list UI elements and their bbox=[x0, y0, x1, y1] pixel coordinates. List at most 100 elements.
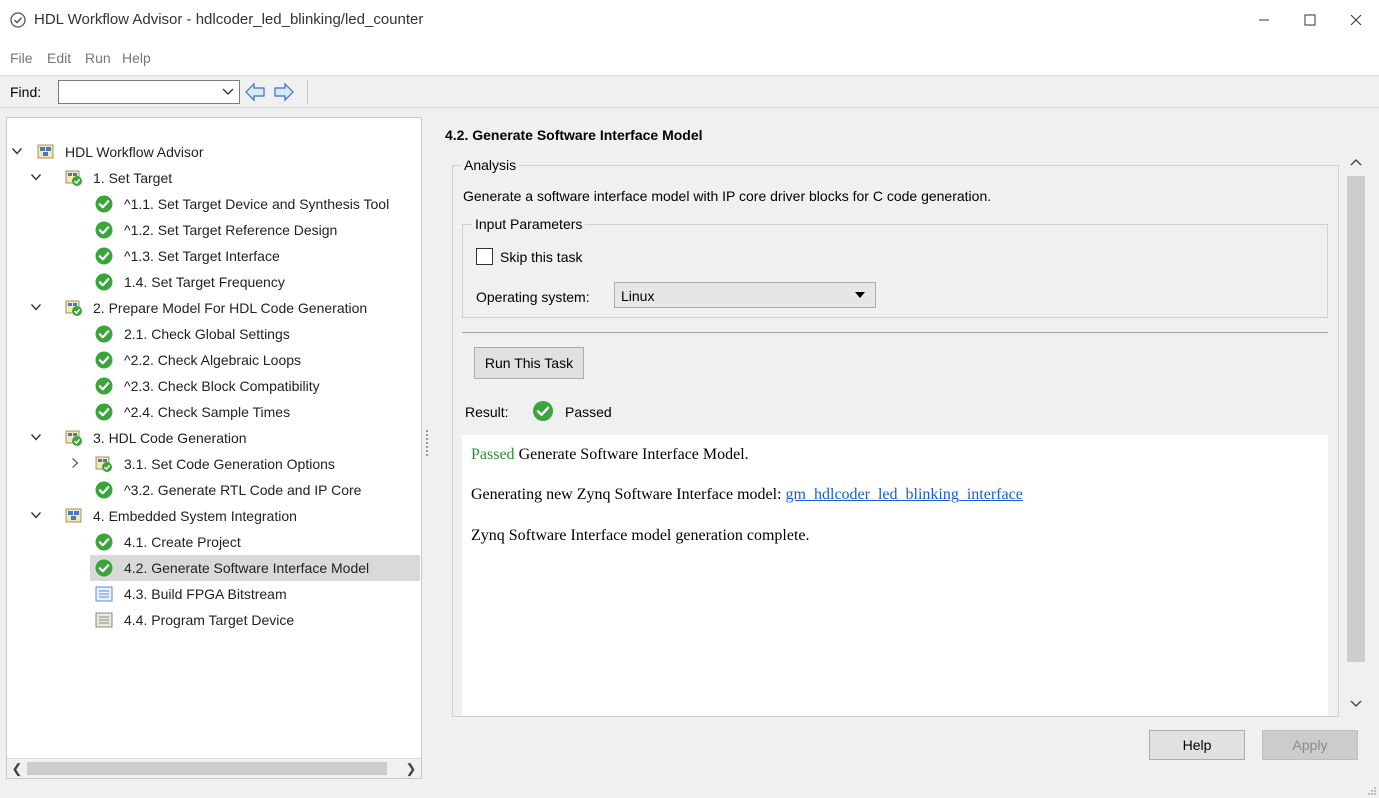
menu-edit[interactable]: Edit bbox=[47, 50, 71, 66]
passed-check-icon bbox=[533, 401, 553, 421]
vertical-scrollbar[interactable] bbox=[1344, 150, 1368, 717]
close-button[interactable] bbox=[1333, 6, 1379, 34]
scroll-down-icon[interactable] bbox=[1348, 696, 1364, 712]
check-icon bbox=[95, 273, 113, 291]
tree-item-label: 3. HDL Code Generation bbox=[93, 430, 247, 446]
task-list-icon bbox=[95, 586, 113, 602]
tree-item-label: 4. Embedded System Integration bbox=[93, 508, 297, 524]
scrollbar-thumb[interactable] bbox=[27, 762, 387, 775]
menu-run[interactable]: Run bbox=[85, 50, 111, 66]
find-input[interactable] bbox=[59, 81, 217, 103]
task-tree-pane: HDL Workflow Advisor 1. Set Target ^1.1. S… bbox=[6, 117, 422, 779]
interface-model-link[interactable]: gm_hdlcoder_led_blinking_interface bbox=[786, 486, 1023, 503]
minimize-button[interactable] bbox=[1241, 6, 1287, 34]
tree-item[interactable]: ^1.1. Set Target Device and Synthesis To… bbox=[7, 191, 421, 217]
folder-root-icon bbox=[37, 144, 54, 159]
tree-item[interactable]: 1.4. Set Target Frequency bbox=[7, 269, 421, 295]
tree-item-label: 2. Prepare Model For HDL Code Generation bbox=[93, 300, 368, 316]
section-divider bbox=[462, 332, 1328, 333]
check-icon bbox=[95, 533, 113, 551]
tree-item[interactable]: 4.2. Generate Software Interface Model bbox=[90, 555, 420, 581]
check-icon bbox=[95, 559, 113, 577]
check-icon bbox=[95, 325, 113, 343]
tree-item-label: 1.4. Set Target Frequency bbox=[124, 274, 285, 290]
tree-item[interactable]: 4.3. Build FPGA Bitstream bbox=[7, 581, 421, 607]
tree-item[interactable]: 4.1. Create Project bbox=[7, 529, 421, 555]
pane-splitter[interactable] bbox=[425, 428, 429, 458]
result-value: Passed bbox=[565, 404, 612, 420]
input-parameters-group bbox=[462, 224, 1328, 318]
tree-item[interactable]: 1. Set Target bbox=[7, 165, 421, 191]
tree-item-label: 1. Set Target bbox=[93, 170, 173, 186]
menu-file[interactable]: File bbox=[10, 50, 33, 66]
run-this-task-button[interactable]: Run This Task bbox=[474, 347, 584, 379]
chevron-down-icon[interactable] bbox=[30, 171, 42, 183]
help-button[interactable]: Help bbox=[1149, 730, 1245, 760]
menu-help[interactable]: Help bbox=[122, 50, 151, 66]
chevron-down-icon bbox=[222, 88, 234, 95]
tree-item-label: 2.1. Check Global Settings bbox=[124, 326, 290, 342]
tree-item-label: ^1.1. Set Target Device and Synthesis To… bbox=[124, 196, 390, 212]
tree-item-label: 4.1. Create Project bbox=[124, 534, 241, 550]
tree-item-label: 4.4. Program Target Device bbox=[124, 612, 295, 628]
scroll-right-icon[interactable]: ❯ bbox=[403, 761, 419, 777]
tree-item[interactable]: 3.1. Set Code Generation Options bbox=[7, 451, 421, 477]
tree-item[interactable]: HDL Workflow Advisor bbox=[7, 139, 421, 165]
chevron-down-icon[interactable] bbox=[30, 301, 42, 313]
skip-task-checkbox[interactable] bbox=[476, 248, 493, 265]
chevron-down-icon[interactable] bbox=[30, 431, 42, 443]
toolbar-separator bbox=[307, 80, 308, 104]
folder-check-icon bbox=[65, 430, 82, 446]
tree-item[interactable]: 4. Embedded System Integration bbox=[7, 503, 421, 529]
tree-item[interactable]: ^2.3. Check Block Compatibility bbox=[7, 373, 421, 399]
arrow-right-icon[interactable] bbox=[273, 82, 295, 102]
folder-check-icon bbox=[65, 170, 82, 186]
check-circle-icon bbox=[10, 12, 26, 28]
maximize-button[interactable] bbox=[1287, 6, 1333, 34]
find-label: Find: bbox=[10, 84, 42, 100]
tree-item[interactable]: 2. Prepare Model For HDL Code Generation bbox=[7, 295, 421, 321]
check-icon bbox=[95, 221, 113, 239]
tree-item[interactable]: 3. HDL Code Generation bbox=[7, 425, 421, 451]
tree-item[interactable]: ^2.4. Check Sample Times bbox=[7, 399, 421, 425]
chevron-right-icon[interactable] bbox=[69, 457, 81, 469]
check-icon bbox=[95, 351, 113, 369]
tree-item[interactable]: ^1.3. Set Target Interface bbox=[7, 243, 421, 269]
report-line-1: Passed Generate Software Interface Model… bbox=[471, 446, 749, 464]
find-combobox[interactable] bbox=[58, 80, 240, 104]
task-description: Generate a software interface model with… bbox=[463, 188, 992, 204]
folder-check-icon bbox=[65, 300, 82, 316]
tree-item[interactable]: ^2.2. Check Algebraic Loops bbox=[7, 347, 421, 373]
find-dropdown-button[interactable] bbox=[217, 81, 239, 103]
report-line-1-text: Generate Software Interface Model. bbox=[514, 446, 749, 463]
chevron-down-icon[interactable] bbox=[11, 145, 23, 157]
chevron-down-icon[interactable] bbox=[30, 509, 42, 521]
check-icon bbox=[95, 247, 113, 265]
scroll-up-icon[interactable] bbox=[1348, 154, 1364, 170]
task-title: 4.2. Generate Software Interface Model bbox=[445, 127, 703, 143]
operating-system-select[interactable]: Linux bbox=[614, 282, 876, 308]
tree-item-label: 4.3. Build FPGA Bitstream bbox=[124, 586, 287, 602]
horizontal-scrollbar[interactable]: ❮ ❯ bbox=[7, 758, 421, 778]
tree-item[interactable]: 2.1. Check Global Settings bbox=[7, 321, 421, 347]
maximize-icon bbox=[1304, 14, 1316, 26]
tree-item[interactable]: 4.4. Program Target Device bbox=[7, 607, 421, 633]
tree-item[interactable]: ^3.2. Generate RTL Code and IP Core bbox=[7, 477, 421, 503]
tree-item-label: ^2.2. Check Algebraic Loops bbox=[124, 352, 302, 368]
scroll-left-icon[interactable]: ❮ bbox=[9, 761, 25, 777]
tree-item-label: 4.2. Generate Software Interface Model bbox=[124, 560, 370, 576]
tree-item-label: HDL Workflow Advisor bbox=[65, 144, 204, 160]
check-icon bbox=[95, 403, 113, 421]
task-list-gray-icon bbox=[95, 612, 113, 628]
skip-task-label[interactable]: Skip this task bbox=[500, 249, 582, 265]
scrollbar-thumb[interactable] bbox=[1347, 176, 1365, 662]
operating-system-label: Operating system: bbox=[476, 289, 590, 305]
resize-grip-icon[interactable] bbox=[1367, 786, 1377, 796]
apply-button[interactable]: Apply bbox=[1262, 730, 1358, 760]
tree-item[interactable]: ^1.2. Set Target Reference Design bbox=[7, 217, 421, 243]
analysis-legend: Analysis bbox=[461, 157, 520, 173]
check-icon bbox=[95, 195, 113, 213]
operating-system-value: Linux bbox=[621, 288, 655, 304]
tree-item-label: ^3.2. Generate RTL Code and IP Core bbox=[124, 482, 362, 498]
arrow-left-icon[interactable] bbox=[244, 82, 266, 102]
